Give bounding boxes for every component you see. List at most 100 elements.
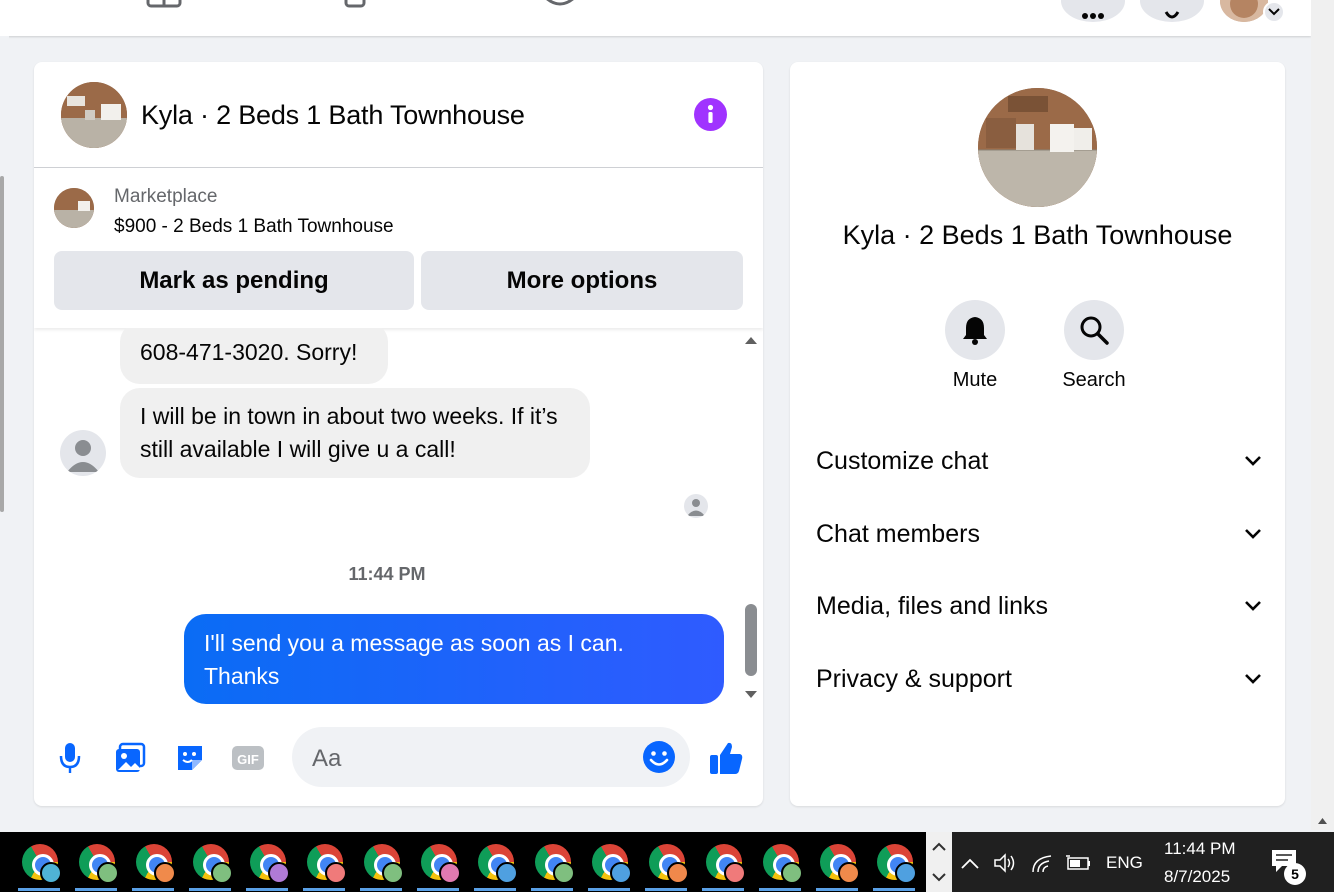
taskbar-chrome-profile-button[interactable] (409, 832, 466, 892)
account-menu-chevron-icon[interactable] (1263, 1, 1285, 23)
marketplace-nav-icon[interactable] (146, 0, 186, 8)
taskbar-chrome-profile-button[interactable] (580, 832, 637, 892)
sticker-icon[interactable] (170, 738, 210, 778)
message-composer: GIF Aa (34, 724, 763, 792)
taskbar-chrome-profile-button[interactable] (124, 832, 181, 892)
message-timestamp: 11:44 PM (348, 564, 426, 584)
chat-listing-photo[interactable] (61, 82, 127, 148)
taskbar-chrome-profile-button[interactable] (523, 832, 580, 892)
sender-avatar[interactable] (60, 430, 106, 476)
info-title[interactable]: Kyla · 2 Beds 1 Bath Townhouse (790, 220, 1285, 251)
show-hidden-icons-chevron-icon[interactable] (957, 850, 983, 876)
gif-icon[interactable]: GIF (228, 738, 268, 778)
taskbar-chrome-profile-button[interactable] (181, 832, 238, 892)
running-indicator (18, 888, 60, 891)
menu-grid-button[interactable] (1061, 0, 1125, 22)
listing-thumbnail[interactable] (54, 188, 94, 228)
taskbar-apps (0, 832, 926, 892)
media-files-links-row[interactable]: Media, files and links (816, 586, 1262, 626)
chevron-down-icon (1245, 456, 1261, 466)
message-bubble[interactable]: I will be in town in about two weeks. If… (120, 388, 590, 478)
privacy-support-row[interactable]: Privacy & support (816, 659, 1262, 699)
running-indicator (132, 888, 174, 891)
emoji-icon[interactable] (642, 740, 676, 774)
gif-label: GIF (237, 752, 259, 767)
customize-chat-row[interactable]: Customize chat (816, 441, 1262, 481)
running-indicator (531, 888, 573, 891)
wifi-icon[interactable] (1030, 850, 1056, 876)
microphone-icon[interactable] (50, 738, 90, 778)
section-label: Privacy & support (816, 664, 1012, 693)
profile-badge-icon (439, 862, 461, 884)
speaker-icon[interactable] (992, 850, 1018, 876)
profile-badge-icon (781, 862, 803, 884)
thumbs-up-icon[interactable] (706, 738, 746, 778)
taskbar-chrome-profile-button[interactable] (67, 832, 124, 892)
more-options-button[interactable]: More options (421, 251, 743, 310)
chat-info-panel: Kyla · 2 Beds 1 Bath Townhouse Mute Sear… (790, 62, 1285, 806)
taskbar-chrome-profile-button[interactable] (295, 832, 352, 892)
profile-badge-icon (97, 862, 119, 884)
mute-action[interactable]: Mute (925, 300, 1025, 392)
video-nav-icon[interactable] (344, 0, 384, 8)
running-indicator (75, 888, 117, 891)
profile-badge-icon (154, 862, 176, 884)
running-indicator (303, 888, 345, 891)
bell-icon[interactable] (945, 300, 1005, 360)
language-indicator[interactable]: ENG (1106, 853, 1143, 873)
chat-members-row[interactable]: Chat members (816, 514, 1262, 554)
battery-icon[interactable] (1064, 850, 1090, 876)
sent-message-bubble[interactable]: I'll send you a message as soon as I can… (184, 614, 724, 704)
clock-time[interactable]: 11:44 PM (1164, 839, 1236, 859)
profile-badge-icon (553, 862, 575, 884)
running-indicator (360, 888, 402, 891)
message-scrollbar-thumb[interactable] (745, 604, 757, 676)
taskbar-chrome-profile-button[interactable] (637, 832, 694, 892)
left-scrollbar-thumb[interactable] (0, 176, 4, 512)
taskbar-chrome-profile-button[interactable] (865, 832, 922, 892)
messenger-button[interactable] (1140, 0, 1204, 22)
taskbar-chrome-profile-button[interactable] (10, 832, 67, 892)
running-indicator (189, 888, 231, 891)
photo-attach-icon[interactable] (110, 738, 150, 778)
mark-as-pending-button[interactable]: Mark as pending (54, 251, 414, 310)
chevron-down-icon (1245, 529, 1261, 539)
mute-label: Mute (952, 369, 998, 391)
profile-avatar[interactable] (1220, 0, 1268, 22)
listing-title[interactable]: $900 - 2 Beds 1 Bath Townhouse (114, 216, 394, 238)
profile-badge-icon (268, 862, 290, 884)
clock-date[interactable]: 8/7/2025 (1164, 867, 1230, 887)
message-bubble[interactable]: 608-471-3020. Sorry! (120, 328, 388, 384)
taskbar-chrome-profile-button[interactable] (694, 832, 751, 892)
taskbar-scroll[interactable] (926, 832, 952, 892)
page-scrollbar[interactable] (1311, 0, 1334, 830)
info-icon[interactable] (694, 98, 727, 131)
search-action[interactable]: Search (1044, 300, 1144, 392)
running-indicator (873, 888, 915, 891)
running-indicator (417, 888, 459, 891)
taskbar-chrome-profile-button[interactable] (352, 832, 409, 892)
taskbar-chrome-profile-button[interactable] (808, 832, 865, 892)
profile-badge-icon (382, 862, 404, 884)
taskbar-chrome-profile-button[interactable] (238, 832, 295, 892)
section-label: Chat members (816, 519, 980, 548)
listing-bar: Marketplace $900 - 2 Beds 1 Bath Townhou… (34, 168, 763, 328)
profile-badge-icon (838, 862, 860, 884)
profile-badge-icon (496, 862, 518, 884)
search-icon[interactable] (1064, 300, 1124, 360)
message-scrollbar[interactable] (737, 328, 763, 706)
chevron-down-icon (1245, 674, 1261, 684)
info-listing-photo[interactable] (978, 88, 1097, 207)
seen-receipt-avatar (684, 494, 708, 518)
notification-count-badge: 5 (1284, 863, 1306, 885)
chevron-down-icon (1245, 601, 1261, 611)
running-indicator (246, 888, 288, 891)
chat-title[interactable]: Kyla · 2 Beds 1 Bath Townhouse (141, 100, 525, 131)
profile-badge-icon (667, 862, 689, 884)
search-label: Search (1062, 369, 1126, 391)
taskbar-chrome-profile-button[interactable] (751, 832, 808, 892)
groups-nav-icon[interactable] (540, 0, 580, 8)
taskbar-chrome-profile-button[interactable] (466, 832, 523, 892)
listing-kicker: Marketplace (114, 186, 218, 207)
message-input[interactable]: Aa (292, 727, 690, 787)
